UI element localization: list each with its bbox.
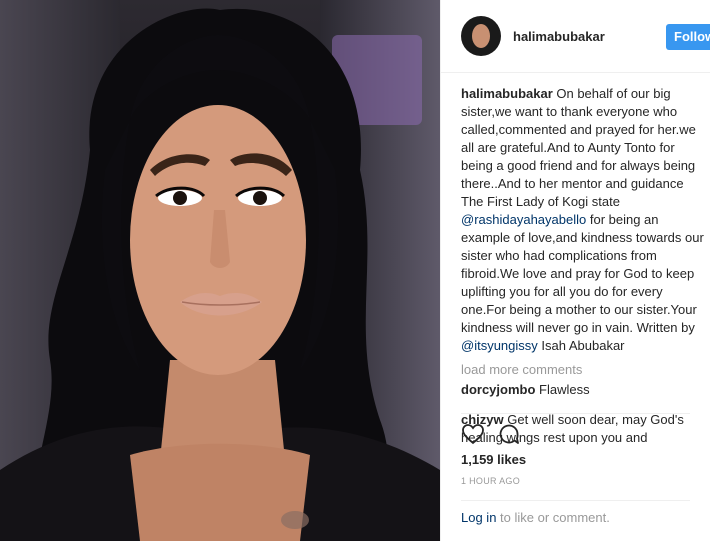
post-timestamp[interactable]: 1 HOUR AGO xyxy=(461,476,520,486)
post-header: halimabubakar Follow xyxy=(441,0,710,73)
heart-icon[interactable] xyxy=(461,422,485,446)
caption-text-3: Isah Abubakar xyxy=(537,338,625,353)
action-bar xyxy=(461,422,521,446)
caption-mention-1[interactable]: @rashidayahayabello xyxy=(461,212,586,227)
comment-icon[interactable] xyxy=(497,422,521,446)
login-divider xyxy=(461,500,690,501)
avatar[interactable] xyxy=(461,16,501,56)
avatar-face xyxy=(472,24,490,48)
caption-username[interactable]: halimabubakar xyxy=(461,86,553,101)
comment-text: Flawless xyxy=(535,382,590,397)
post-side-panel: halimabubakar Follow halimabubakar On be… xyxy=(440,0,710,541)
follow-button[interactable]: Follow xyxy=(666,24,710,50)
likes-count[interactable]: 1,159 likes xyxy=(461,452,526,467)
login-prompt: Log in to like or comment. xyxy=(461,510,610,525)
caption-mention-2[interactable]: @itsyungissy xyxy=(461,338,538,353)
caption-text-1: On behalf of our big sister,we want to t… xyxy=(461,86,696,209)
comments-section: halimabubakar On behalf of our big siste… xyxy=(461,85,710,449)
load-more-comments-link[interactable]: load more comments xyxy=(461,361,710,379)
login-text: to like or comment. xyxy=(496,510,610,525)
header-username[interactable]: halimabubakar xyxy=(513,29,605,44)
comment: dorcyjombo Flawless xyxy=(461,381,710,399)
actions-divider xyxy=(461,413,690,414)
portrait-illustration xyxy=(0,8,440,541)
post-photo[interactable] xyxy=(0,0,440,541)
comment-username[interactable]: dorcyjombo xyxy=(461,382,535,397)
caption-text-2: for being an example of love,and kindnes… xyxy=(461,212,704,335)
login-link[interactable]: Log in xyxy=(461,510,496,525)
caption: halimabubakar On behalf of our big siste… xyxy=(461,85,707,355)
